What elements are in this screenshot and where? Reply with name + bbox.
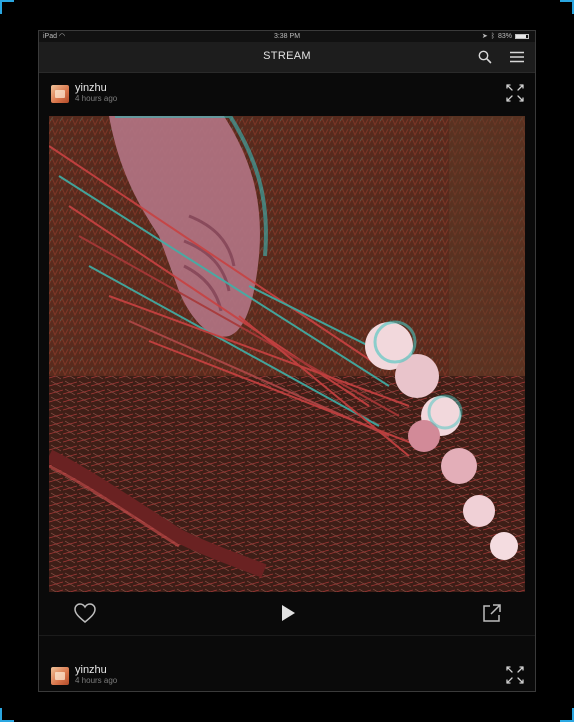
post-username[interactable]: yinzhu: [75, 664, 107, 676]
location-icon: ➤: [481, 33, 488, 40]
battery-percent: 83%: [497, 33, 512, 40]
navbar: STREAM: [39, 42, 535, 73]
post-timestamp: 4 hours ago: [75, 676, 118, 685]
search-icon[interactable]: [477, 49, 493, 65]
status-bar: iPad ◠ 3:38 PM ➤ ᛒ 83%: [39, 31, 535, 42]
status-time: 3:38 PM: [273, 33, 301, 40]
share-icon[interactable]: [481, 602, 503, 624]
battery-fill: [516, 35, 526, 38]
page-title: STREAM: [263, 50, 311, 62]
post-timestamp: 4 hours ago: [75, 94, 118, 103]
frame-corner-top-left: [0, 0, 14, 14]
post-username[interactable]: yinzhu: [75, 82, 107, 94]
frame-corner-top-right: [560, 0, 574, 14]
expand-icon[interactable]: [505, 665, 525, 685]
avatar[interactable]: [51, 85, 69, 103]
battery-icon: [515, 34, 529, 39]
anaglyph-photo: [49, 116, 525, 592]
post-photo[interactable]: [49, 116, 525, 592]
frame-corner-bottom-right: [560, 708, 574, 722]
post-actions: [49, 596, 525, 632]
status-right: ➤ ᛒ 83%: [482, 31, 529, 42]
frame-corner-bottom-left: [0, 708, 14, 722]
bluetooth-icon: ᛒ: [490, 33, 495, 40]
expand-icon[interactable]: [505, 83, 525, 103]
tablet-screen: iPad ◠ 3:38 PM ➤ ᛒ 83% STREAM yinzhu 4 h…: [38, 30, 536, 692]
menu-icon[interactable]: [509, 49, 525, 65]
post-divider: [39, 635, 535, 636]
play-icon[interactable]: [279, 603, 297, 623]
post-header: yinzhu 4 hours ago: [51, 663, 525, 691]
avatar[interactable]: [51, 667, 69, 685]
heart-icon[interactable]: [73, 602, 97, 624]
post-header: yinzhu 4 hours ago: [51, 81, 525, 109]
